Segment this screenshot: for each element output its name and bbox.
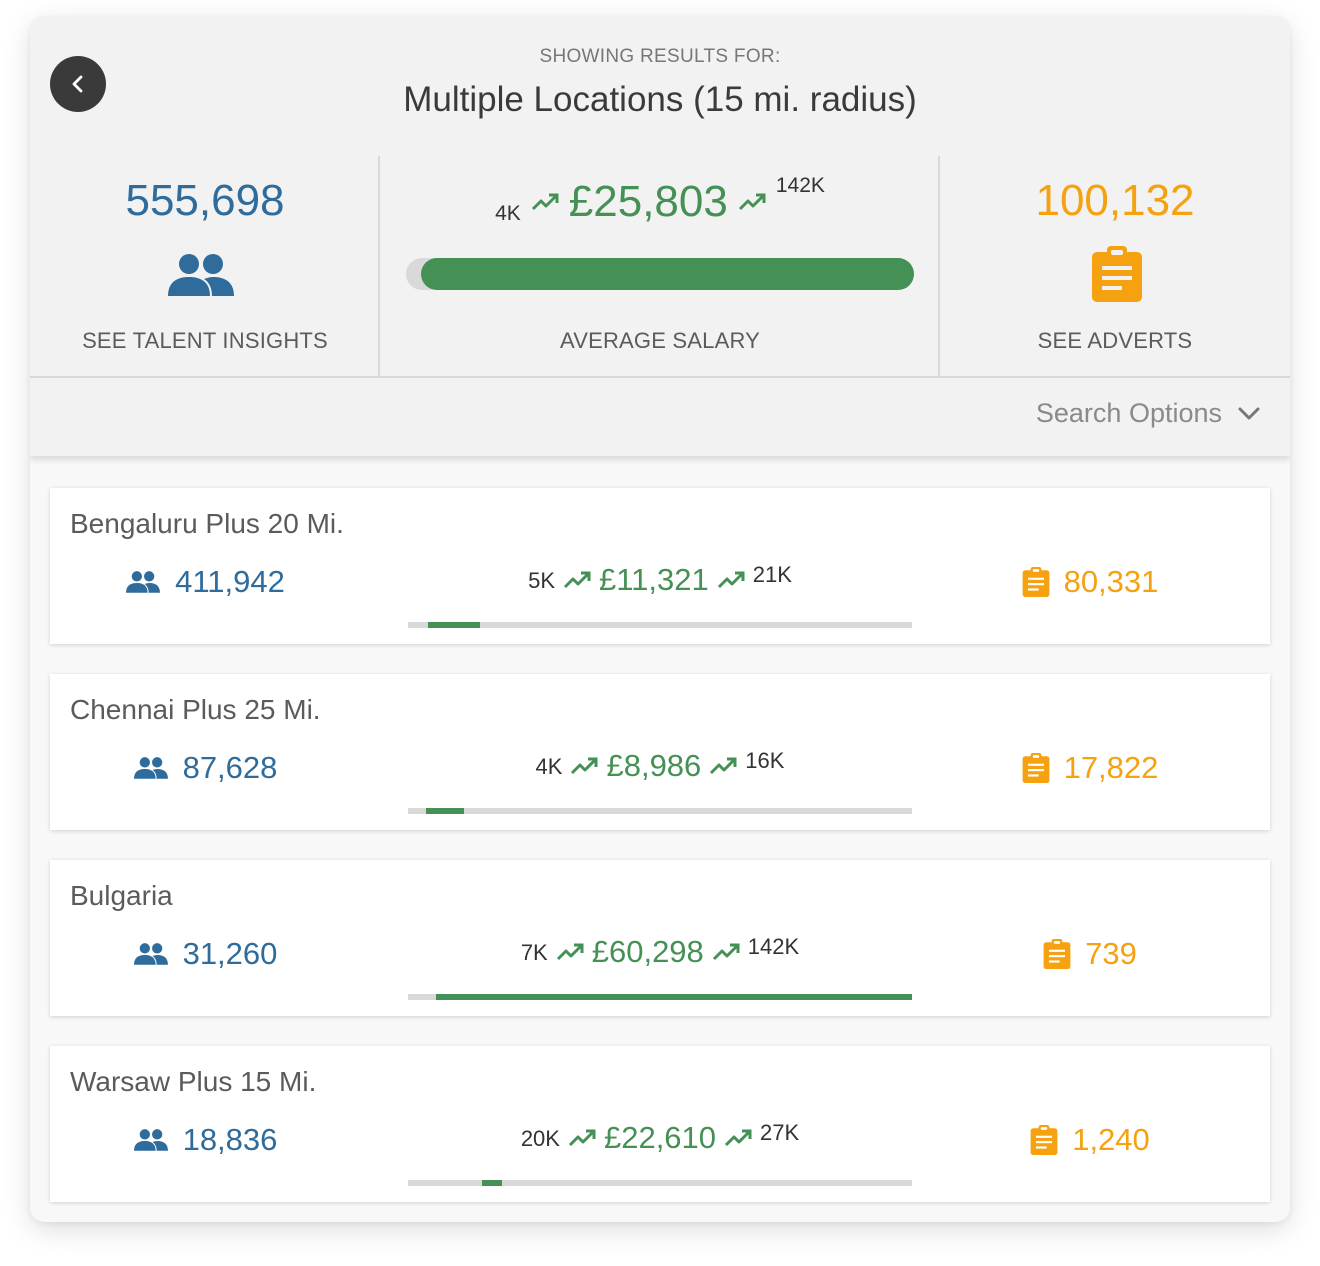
trending-up-icon (568, 1129, 596, 1147)
people-icon (126, 570, 161, 593)
location-talent-link[interactable]: 31,260 (110, 936, 300, 972)
people-icon (133, 942, 168, 965)
location-salary-range-bar (408, 994, 912, 1000)
location-adverts-count: 739 (1085, 936, 1137, 971)
location-adverts-count: 1,240 (1072, 1122, 1150, 1157)
adverts-label: SEE ADVERTS (1037, 328, 1193, 353)
trending-up-icon (531, 193, 559, 211)
location-salary-min: 4K (535, 754, 563, 779)
trending-up-icon (571, 757, 598, 775)
location-salary-value: £22,610 (603, 1120, 717, 1155)
location-salary-range-bar (408, 808, 912, 814)
clipboard-icon (1092, 246, 1142, 302)
location-salary-max: 27K (760, 1120, 800, 1145)
location-talent-link[interactable]: 411,942 (110, 564, 300, 600)
location-talent-link[interactable]: 18,836 (110, 1122, 300, 1158)
location-talent-count: 87,628 (182, 750, 278, 785)
location-talent-count: 31,260 (182, 936, 278, 971)
location-adverts-link[interactable]: 17,822 (990, 750, 1190, 786)
location-salary: 5K £11,321 21K (408, 562, 912, 598)
trending-up-icon (717, 571, 745, 589)
location-salary: 4K £8,986 16K (408, 748, 912, 784)
location-card: Warsaw Plus 15 Mi. 18,836 20K £22,610 27… (50, 1046, 1270, 1202)
trending-up-icon (712, 943, 740, 961)
trending-up-icon (738, 193, 766, 211)
location-salary-min: 20K (520, 1126, 560, 1151)
trending-up-icon (710, 757, 737, 775)
location-adverts-count: 80,331 (1063, 564, 1159, 599)
page-title: Multiple Locations (15 mi. radius) (403, 80, 917, 119)
clipboard-icon (1022, 753, 1049, 783)
location-adverts-count: 17,822 (1063, 750, 1159, 785)
people-icon (168, 254, 234, 296)
trending-up-icon (556, 943, 584, 961)
location-salary-range-bar (408, 622, 912, 628)
location-salary-range-fill (482, 1180, 502, 1186)
location-adverts-link[interactable]: 80,331 (990, 564, 1190, 600)
clipboard-icon (1022, 567, 1049, 597)
location-name: Bulgaria (70, 880, 173, 911)
location-salary-max: 16K (745, 748, 785, 773)
results-panel: SHOWING RESULTS FOR: Multiple Locations … (30, 16, 1290, 1222)
average-salary-summary: 4K £25,803 142K (380, 174, 940, 230)
trending-up-icon (563, 571, 591, 589)
results-subtitle: SHOWING RESULTS FOR: (539, 46, 781, 67)
talent-insights-label: SEE TALENT INSIGHTS (82, 328, 328, 353)
total-talent-count: 555,698 (125, 176, 285, 225)
people-icon (133, 1128, 168, 1151)
location-talent-count: 18,836 (182, 1122, 278, 1157)
divider (30, 376, 1290, 378)
search-options-label: Search Options (1035, 398, 1222, 428)
location-name: Bengaluru Plus 20 Mi. (70, 508, 344, 539)
location-name: Chennai Plus 25 Mi. (70, 694, 321, 725)
location-talent-count: 411,942 (175, 564, 285, 599)
location-salary-range-fill (436, 994, 912, 1000)
location-salary-range-bar (408, 1180, 912, 1186)
clipboard-icon (1030, 1125, 1058, 1155)
results-header: SHOWING RESULTS FOR: Multiple Locations … (30, 16, 1290, 456)
location-salary: 7K £60,298 142K (408, 934, 912, 970)
location-salary-value: £11,321 (599, 562, 709, 597)
location-salary: 20K £22,610 27K (408, 1120, 912, 1156)
location-salary-max: 21K (752, 562, 792, 587)
location-name: Warsaw Plus 15 Mi. (70, 1066, 317, 1097)
search-options-toggle[interactable]: Search Options (1036, 398, 1260, 429)
location-salary-min: 5K (528, 568, 555, 593)
people-icon (133, 756, 168, 779)
location-card: Bulgaria 31,260 7K £60,298 142K 739 (50, 860, 1270, 1016)
salary-range-bar (406, 258, 914, 290)
salary-range-fill (421, 258, 914, 290)
salary-max: 142K (775, 174, 825, 197)
location-salary-range-fill (426, 808, 464, 814)
total-adverts-count: 100,132 (1035, 176, 1195, 225)
location-talent-link[interactable]: 87,628 (110, 750, 300, 786)
location-salary-min: 7K (520, 940, 548, 965)
trending-up-icon (724, 1129, 752, 1147)
clipboard-icon (1043, 939, 1071, 969)
average-salary-value: £25,803 (568, 177, 728, 226)
location-salary-value: £60,298 (591, 934, 704, 969)
location-card: Chennai Plus 25 Mi. 87,628 4K £8,986 16K (50, 674, 1270, 830)
location-salary-max: 142K (747, 934, 800, 959)
location-salary-range-fill (428, 622, 480, 628)
salary-min: 4K (495, 202, 521, 225)
location-adverts-link[interactable]: 739 (990, 936, 1190, 972)
location-adverts-link[interactable]: 1,240 (990, 1122, 1190, 1158)
location-card: Bengaluru Plus 20 Mi. 411,942 5K £11,321… (50, 488, 1270, 644)
location-salary-value: £8,986 (606, 748, 702, 783)
average-salary-label: AVERAGE SALARY (559, 328, 761, 353)
chevron-down-icon (1238, 407, 1260, 419)
